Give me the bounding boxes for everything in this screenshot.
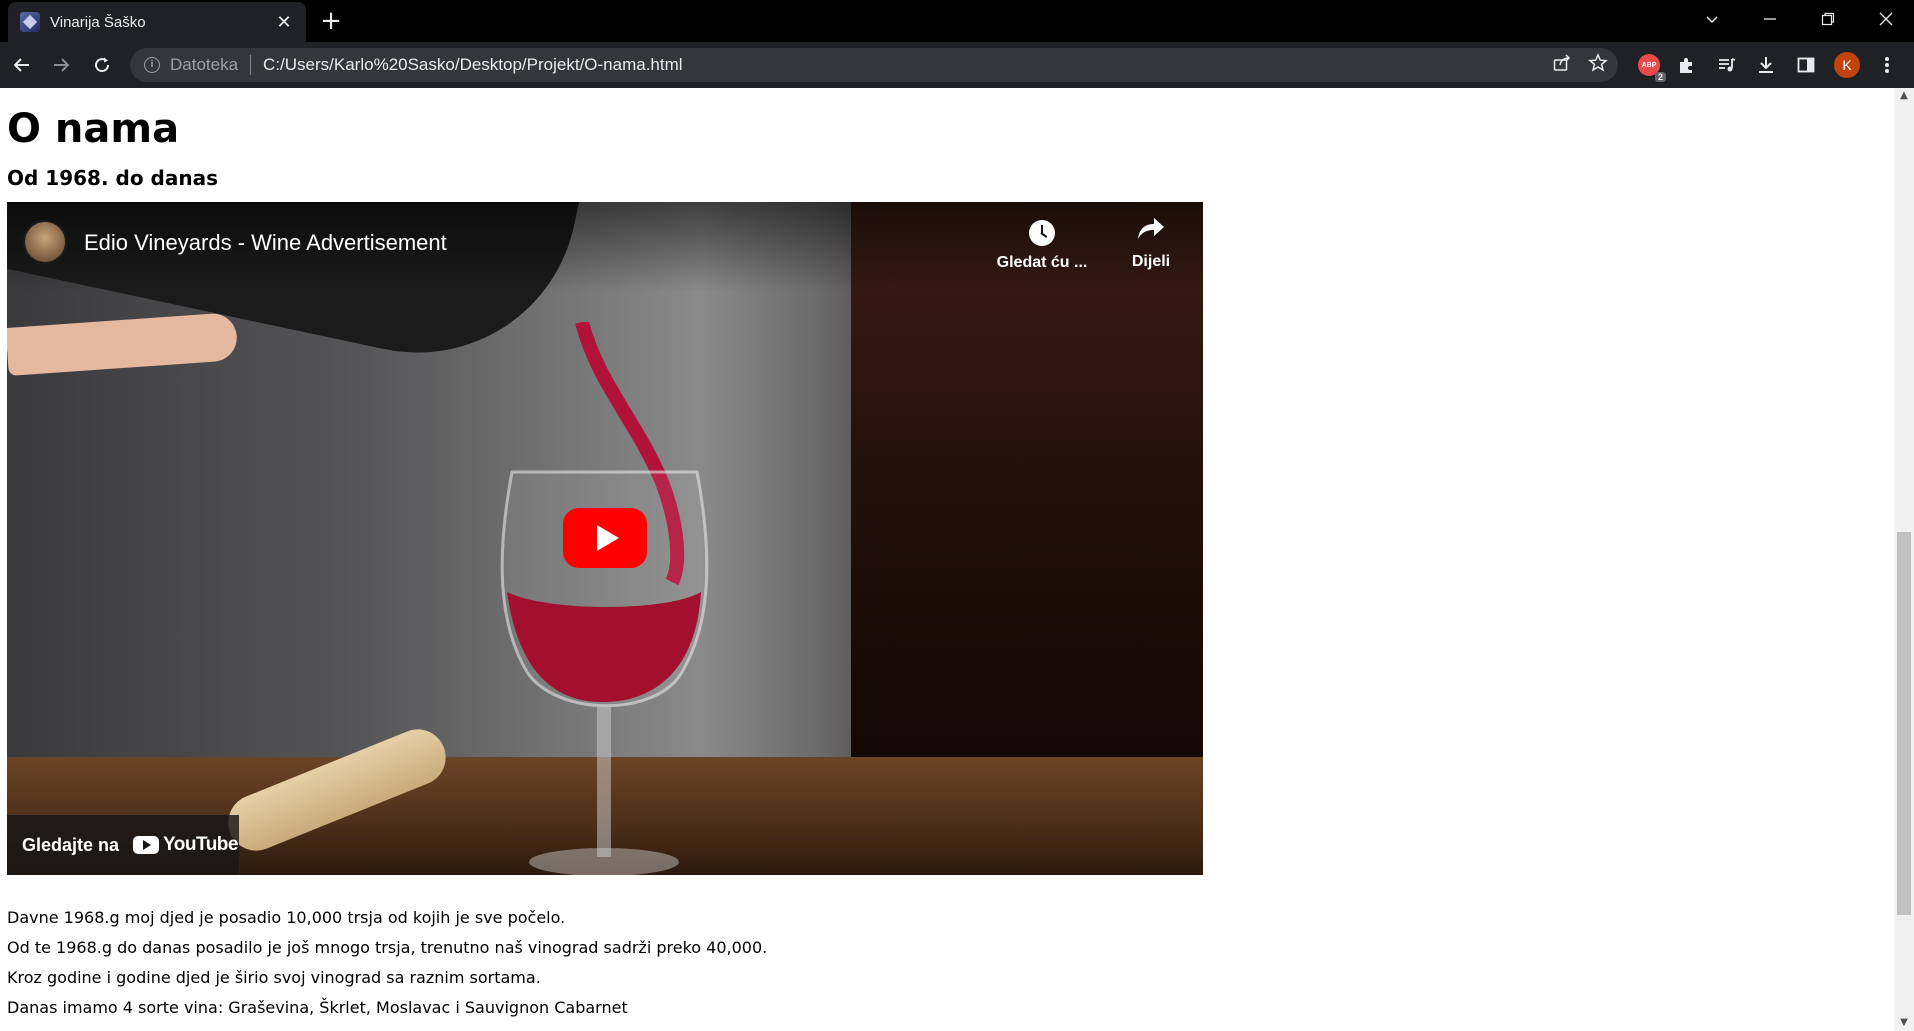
youtube-logo-text: YouTube bbox=[163, 834, 238, 855]
info-icon[interactable]: i bbox=[144, 57, 160, 73]
extensions-puzzle-icon[interactable] bbox=[1673, 51, 1701, 79]
profile-avatar[interactable]: K bbox=[1833, 51, 1861, 79]
page-scrollbar[interactable]: ▲ ▼ bbox=[1894, 88, 1914, 1031]
clock-icon bbox=[1029, 220, 1055, 246]
paragraph: Od te 1968.g do danas posadilo je još mn… bbox=[7, 938, 768, 957]
scroll-thumb[interactable] bbox=[1897, 532, 1911, 915]
play-button[interactable] bbox=[563, 508, 647, 568]
address-bar[interactable]: i Datoteka C:/Users/Karlo%20Sasko/Deskto… bbox=[130, 48, 1618, 82]
address-divider bbox=[250, 55, 252, 75]
tab-search-icon[interactable] bbox=[1684, 0, 1740, 38]
video-scene-wine-glass bbox=[500, 322, 709, 875]
channel-avatar[interactable] bbox=[23, 220, 67, 264]
forward-button[interactable] bbox=[45, 49, 77, 81]
youtube-video-embed[interactable]: Edio Vineyards - Wine Advertisement Gled… bbox=[7, 202, 1203, 875]
adblock-label: ABP bbox=[1641, 61, 1657, 69]
paragraph: Kroz godine i godine djed je širio svoj … bbox=[7, 968, 541, 987]
download-icon[interactable] bbox=[1752, 51, 1780, 79]
browser-tab[interactable]: Vinarija Šaško ✕ bbox=[8, 2, 306, 42]
tab-title: Vinarija Šaško bbox=[50, 13, 146, 31]
menu-kebab-icon[interactable] bbox=[1873, 51, 1901, 79]
bookmark-star-icon[interactable] bbox=[1588, 53, 1608, 77]
profile-initial: K bbox=[1834, 52, 1860, 78]
share-label: Dijeli bbox=[1131, 253, 1171, 270]
about-text: Davne 1968.g moj djed je posadio 10,000 … bbox=[7, 903, 767, 1023]
page-title: O nama bbox=[7, 106, 180, 152]
page-subtitle: Od 1968. do danas bbox=[7, 166, 218, 190]
watch-on-label: Gledajte na bbox=[22, 834, 120, 855]
paragraph: Danas imamo 4 sorte vina: Graševina, Škr… bbox=[7, 998, 628, 1017]
share-button[interactable]: Dijeli bbox=[1096, 216, 1203, 271]
close-tab-icon[interactable]: ✕ bbox=[272, 12, 296, 33]
side-panel-icon[interactable] bbox=[1792, 51, 1820, 79]
browser-titlebar: Vinarija Šaško ✕ + bbox=[0, 0, 1914, 42]
watch-later-button[interactable]: Gledat ću ... bbox=[987, 216, 1097, 272]
youtube-logo-icon bbox=[133, 836, 160, 854]
video-header: Edio Vineyards - Wine Advertisement Gled… bbox=[7, 202, 1203, 282]
favicon-icon bbox=[20, 12, 40, 32]
reload-button[interactable] bbox=[86, 49, 118, 81]
scroll-up-arrow-icon[interactable]: ▲ bbox=[1894, 88, 1914, 104]
url-text[interactable]: C:/Users/Karlo%20Sasko/Desktop/Projekt/O… bbox=[263, 55, 683, 75]
page-viewport: O nama Od 1968. do danas Edio Vineyards … bbox=[0, 88, 1894, 1031]
close-window-button[interactable] bbox=[1858, 0, 1914, 38]
media-control-icon[interactable] bbox=[1713, 51, 1741, 79]
minimize-button[interactable] bbox=[1742, 0, 1798, 38]
share-arrow-icon bbox=[1096, 216, 1203, 249]
video-title[interactable]: Edio Vineyards - Wine Advertisement bbox=[84, 230, 447, 256]
share-page-icon[interactable] bbox=[1552, 53, 1572, 77]
scroll-down-arrow-icon[interactable]: ▼ bbox=[1894, 1015, 1914, 1031]
play-icon bbox=[596, 525, 619, 551]
watch-on-youtube-button[interactable]: Gledajte na YouTube bbox=[7, 815, 239, 875]
new-tab-button[interactable]: + bbox=[316, 6, 346, 36]
restore-button[interactable] bbox=[1800, 0, 1856, 38]
adblock-extension-icon[interactable]: ABP 2 bbox=[1635, 51, 1666, 82]
paragraph: Davne 1968.g moj djed je posadio 10,000 … bbox=[7, 908, 566, 927]
back-button[interactable] bbox=[6, 49, 38, 81]
scheme-label: Datoteka bbox=[170, 55, 239, 74]
extension-badge: 2 bbox=[1654, 72, 1666, 82]
browser-toolbar: i Datoteka C:/Users/Karlo%20Sasko/Deskto… bbox=[0, 42, 1914, 88]
video-scene-hand bbox=[7, 312, 239, 376]
watch-later-label: Gledat ću ... bbox=[996, 254, 1088, 271]
